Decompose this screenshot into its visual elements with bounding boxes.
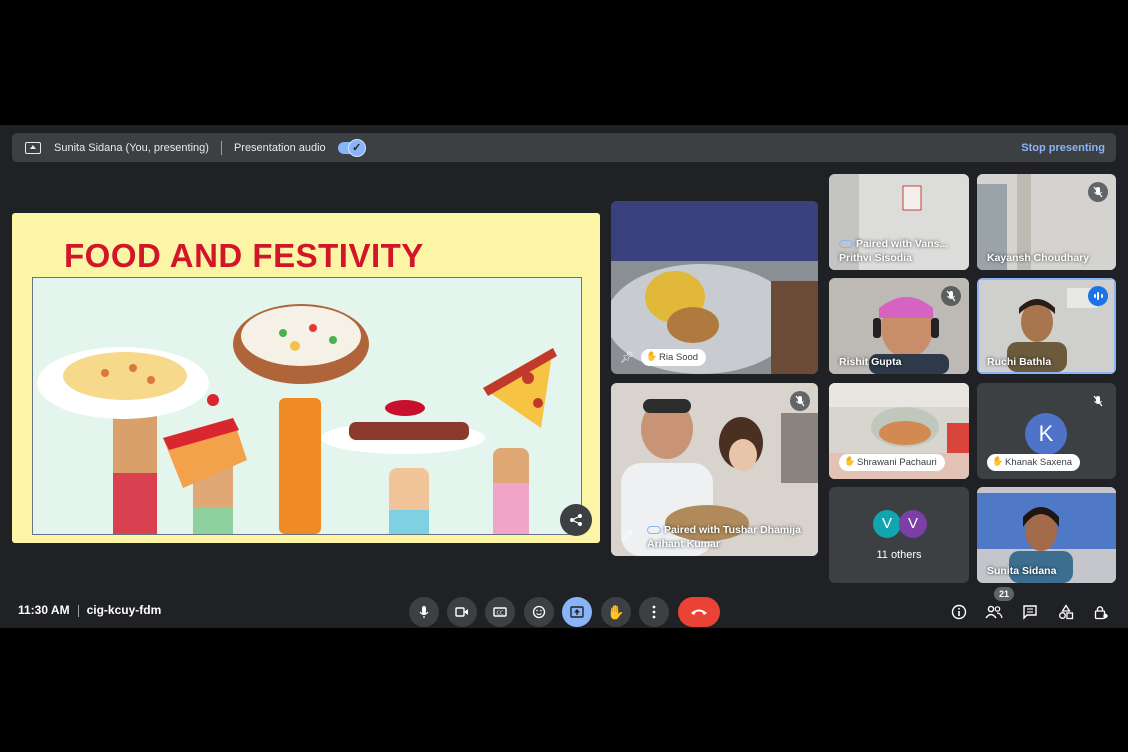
- participant-tile[interactable]: Paired with Vans... Prithvi Sisodia: [829, 174, 969, 270]
- slide-illustration: [32, 277, 582, 535]
- link-icon: [839, 240, 853, 249]
- participant-tile[interactable]: 📌︎ Ria Sood: [611, 201, 818, 374]
- more-options-button[interactable]: [639, 597, 669, 627]
- check-icon: ✓: [347, 138, 366, 157]
- muted-mic-icon: [1088, 182, 1108, 202]
- participant-tile[interactable]: Sunita Sidana: [977, 487, 1116, 583]
- divider: [220, 140, 222, 155]
- people-icon: [985, 605, 1003, 619]
- chat-icon: [1023, 605, 1037, 620]
- avatar: K: [1025, 413, 1067, 455]
- participant-name: Arihant Kumar: [647, 538, 720, 550]
- host-controls-button[interactable]: [1090, 601, 1112, 623]
- activities-button[interactable]: [1055, 601, 1077, 623]
- meet-window: Sunita Sidana (You, presenting) Presenta…: [0, 125, 1128, 628]
- meeting-code: cig-kcuy-fdm: [86, 603, 162, 617]
- food-illustration: [37, 304, 557, 534]
- share-icon: [570, 514, 582, 526]
- lock-person-icon: [1094, 606, 1108, 620]
- chat-button[interactable]: [1019, 601, 1041, 623]
- camera-button[interactable]: [447, 597, 477, 627]
- presentation-audio-toggle[interactable]: ✓: [337, 138, 366, 157]
- camera-icon: [455, 607, 468, 617]
- participant-name: Kayansh Choudhary: [987, 252, 1090, 264]
- present-screen-icon: [570, 606, 584, 618]
- presentation-audio-label: Presentation audio: [233, 141, 326, 154]
- muted-mic-icon: [941, 286, 961, 306]
- captions-button[interactable]: CC: [485, 597, 515, 627]
- info-icon: [951, 604, 967, 620]
- presenter-label: Sunita Sidana (You, presenting): [54, 141, 209, 154]
- control-bar: 11:30 AM cig-kcuy-fdm CC ✋ 21: [0, 587, 1128, 628]
- paired-label: Paired with Vans...: [839, 238, 948, 250]
- svg-text:CC: CC: [497, 611, 504, 617]
- participant-tile[interactable]: 📌︎ Paired with Tushar Dhamija Arihant Ku…: [611, 383, 818, 556]
- leave-call-button[interactable]: [678, 597, 720, 627]
- participant-name: Ria Sood: [641, 349, 707, 366]
- present-screen-icon: [25, 141, 41, 154]
- stop-presenting-button[interactable]: Stop presenting: [1021, 142, 1105, 154]
- clock-time: 11:30 AM: [18, 603, 70, 617]
- share-button[interactable]: [560, 504, 592, 536]
- avatar: V: [899, 510, 927, 538]
- presenting-bar: Sunita Sidana (You, presenting) Presenta…: [12, 133, 1116, 162]
- participant-tile[interactable]: Shrawani Pachauri: [829, 383, 969, 479]
- participant-tile[interactable]: Kayansh Choudhary: [977, 174, 1116, 270]
- hand-icon: ✋: [607, 603, 625, 620]
- presentation-slide: FOOD AND FESTIVITY: [12, 213, 600, 543]
- meeting-details-button[interactable]: [948, 601, 970, 623]
- participant-name: Prithvi Sisodia: [839, 252, 912, 264]
- end-call-icon: [691, 609, 707, 615]
- participant-name: Rishit Gupta: [839, 356, 902, 368]
- participant-name: Shrawani Pachauri: [839, 454, 945, 471]
- meeting-info: 11:30 AM cig-kcuy-fdm: [18, 603, 161, 617]
- participant-name: Ruchi Bathla: [987, 356, 1052, 368]
- participant-name: Khanak Saxena: [987, 454, 1081, 471]
- participant-tile[interactable]: Ruchi Bathla: [977, 278, 1116, 374]
- emoji-icon: [532, 605, 546, 619]
- avatar: V: [873, 510, 901, 538]
- paired-label: Paired with Tushar Dhamija: [647, 524, 801, 536]
- activities-icon: [1059, 604, 1074, 620]
- speaking-indicator-icon: [1088, 286, 1108, 306]
- participant-tile[interactable]: Rishit Gupta: [829, 278, 969, 374]
- participant-tile[interactable]: K Khanak Saxena: [977, 383, 1116, 479]
- more-vert-icon: [652, 605, 656, 619]
- captions-icon: CC: [493, 607, 507, 617]
- people-button[interactable]: [983, 601, 1005, 623]
- divider: [77, 604, 79, 617]
- muted-mic-icon: [1088, 391, 1108, 411]
- microphone-button[interactable]: [409, 597, 439, 627]
- participant-name: Sunita Sidana: [987, 565, 1057, 577]
- participant-count-badge: 21: [994, 587, 1014, 601]
- raise-hand-button[interactable]: ✋: [601, 597, 631, 627]
- muted-mic-icon: [790, 391, 810, 411]
- others-count: 11 others: [876, 549, 922, 561]
- slide-title: FOOD AND FESTIVITY: [64, 237, 424, 274]
- pin-icon[interactable]: 📌︎: [620, 351, 634, 364]
- microphone-icon: [419, 606, 429, 618]
- reactions-button[interactable]: [524, 597, 554, 627]
- others-tile[interactable]: V V 11 others: [829, 487, 969, 583]
- present-now-button[interactable]: [562, 597, 592, 627]
- pin-icon[interactable]: 📌︎: [620, 529, 634, 542]
- video-feed: [611, 201, 818, 374]
- link-icon: [647, 526, 661, 535]
